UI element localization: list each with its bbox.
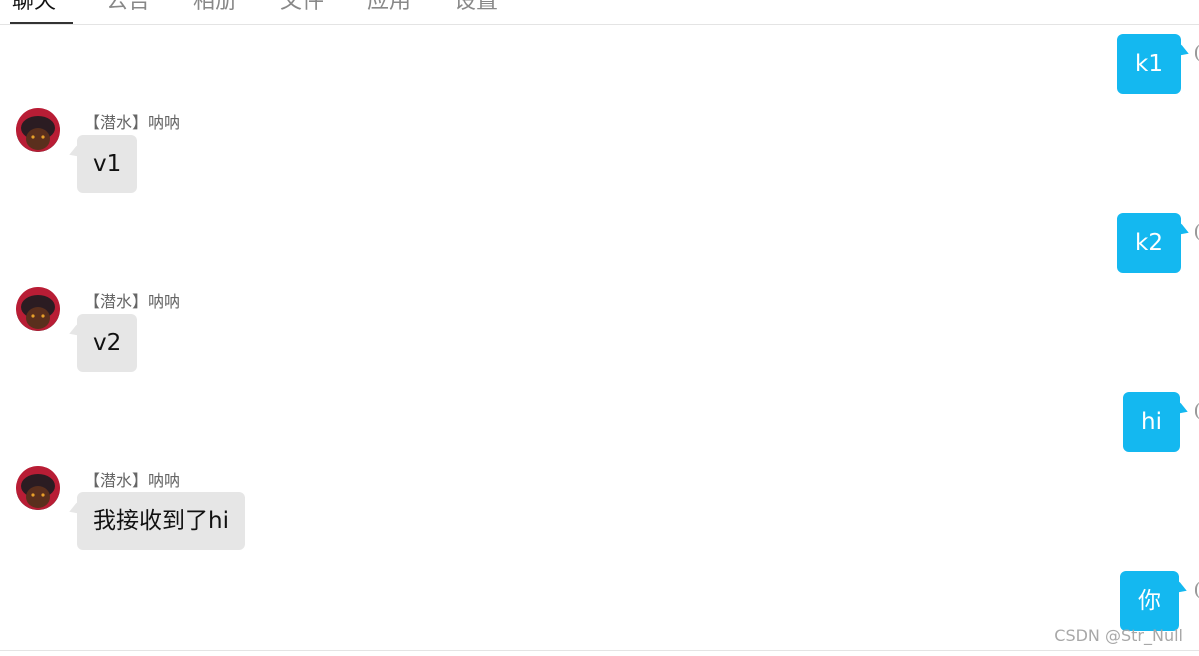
user-avatar[interactable] <box>16 287 60 331</box>
tab-files[interactable]: 文件 <box>280 0 324 20</box>
active-tab-indicator <box>10 22 73 24</box>
avatar-image <box>16 108 60 152</box>
sender-name: 【潜水】呐呐 <box>84 113 181 132</box>
sent-message-bubble[interactable]: 你 <box>1120 571 1179 631</box>
sent-message-bubble[interactable]: hi <box>1123 392 1180 452</box>
tab-announcements[interactable]: 公告 <box>106 0 150 20</box>
received-message-bubble[interactable]: v1 <box>77 135 138 193</box>
tab-chat[interactable]: 聊天 <box>12 0 56 20</box>
user-avatar[interactable] <box>16 108 60 152</box>
tab-bar: 聊天 公告 相册 文件 应用 设置 <box>0 0 1199 25</box>
sender-name: 【潜水】呐呐 <box>84 292 181 311</box>
tab-album[interactable]: 相册 <box>193 0 237 20</box>
avatar-image <box>16 466 60 510</box>
tab-settings[interactable]: 设置 <box>454 0 498 20</box>
sent-message-bubble[interactable]: k2 <box>1117 213 1181 273</box>
avatar-image <box>16 287 60 331</box>
tab-apps[interactable]: 应用 <box>367 0 411 20</box>
bottom-divider <box>0 650 1199 651</box>
chat-window: 聊天 公告 相册 文件 应用 设置 k1 【潜水】呐呐 v1 k2 【潜水】呐呐… <box>0 0 1199 656</box>
sender-name: 【潜水】呐呐 <box>84 471 181 490</box>
sent-message-bubble[interactable]: k1 <box>1117 34 1181 94</box>
user-avatar[interactable] <box>16 466 60 510</box>
received-message-bubble[interactable]: v2 <box>77 314 138 372</box>
received-message-bubble[interactable]: 我接收到了hi <box>77 492 245 550</box>
watermark: CSDN @Str_Null <box>1054 626 1183 645</box>
